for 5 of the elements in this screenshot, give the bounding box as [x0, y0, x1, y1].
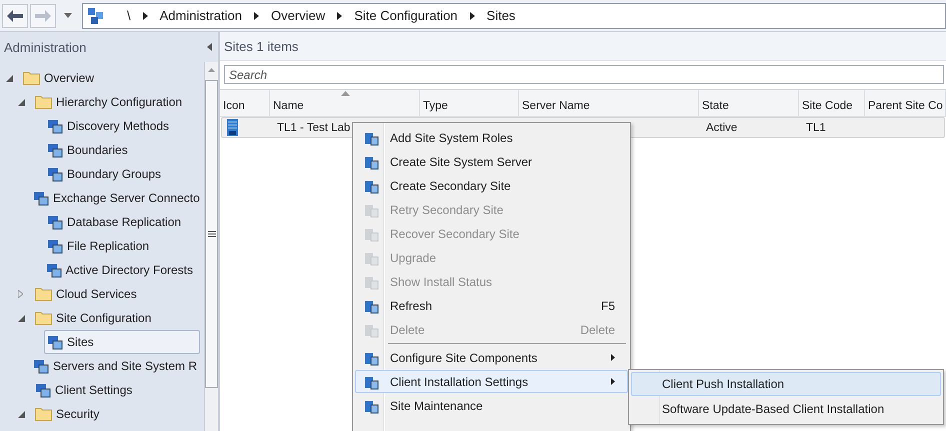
table-cell: TL1 - Test Lab	[277, 122, 350, 134]
list-title: Sites 1 items	[224, 38, 298, 54]
pane-title: Administration	[4, 40, 86, 54]
table-cell: Active	[706, 122, 738, 134]
table-cell: TL1	[806, 122, 826, 134]
